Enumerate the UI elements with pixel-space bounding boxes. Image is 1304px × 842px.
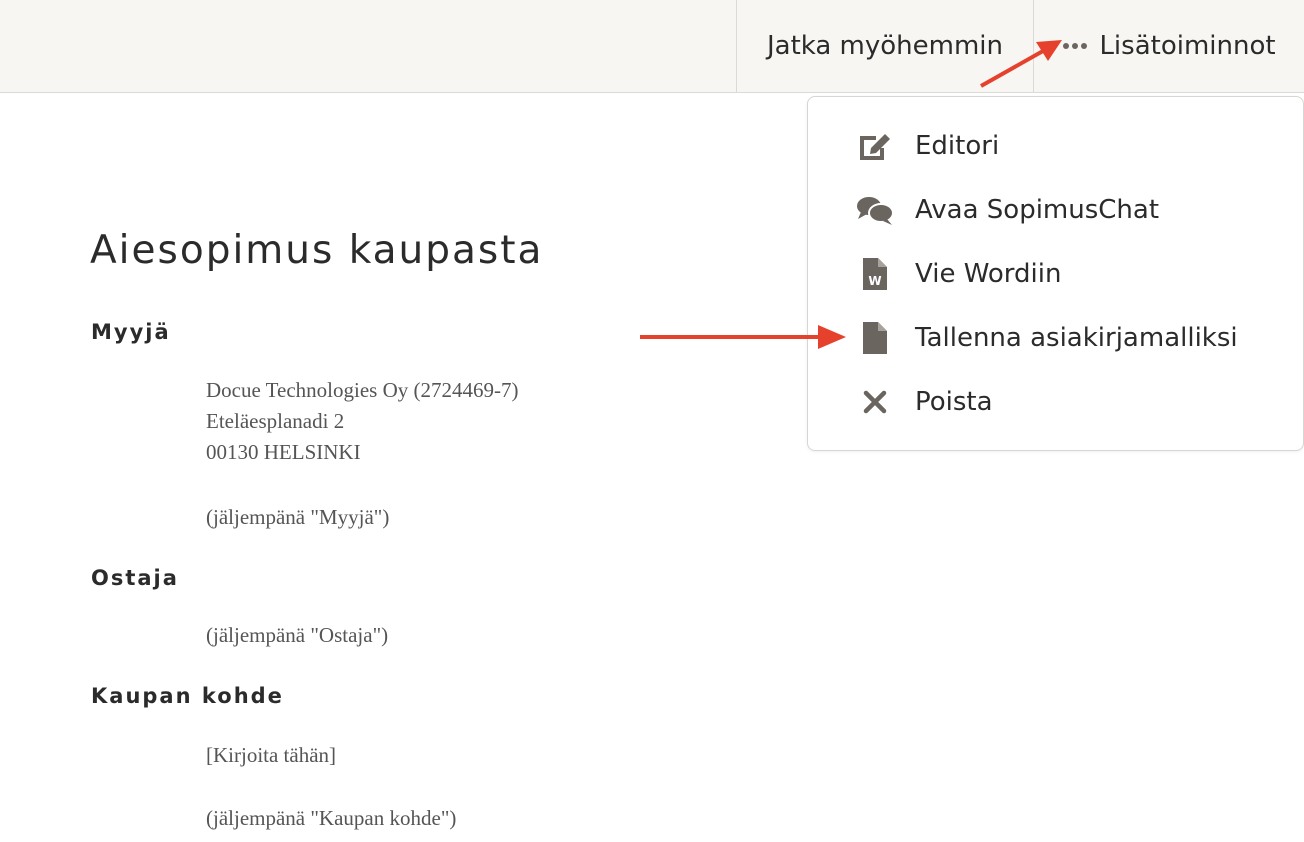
svg-text:W: W bbox=[868, 274, 881, 288]
menu-item-label: Tallenna asiakirjamalliksi bbox=[915, 323, 1238, 353]
menu-item-label: Poista bbox=[915, 387, 993, 417]
seller-street: Eteläesplanadi 2 bbox=[206, 409, 345, 433]
edit-icon bbox=[856, 127, 894, 165]
menu-item-editor[interactable]: Editori bbox=[808, 118, 1303, 174]
chat-icon bbox=[856, 191, 894, 229]
continue-later-button[interactable]: Jatka myöhemmin bbox=[736, 0, 1034, 92]
seller-heading: Myyjä bbox=[91, 320, 171, 344]
word-file-icon: W bbox=[856, 255, 894, 293]
buyer-heading: Ostaja bbox=[91, 566, 179, 590]
subject-heading: Kaupan kohde bbox=[91, 684, 284, 708]
more-actions-menu: Editori Avaa SopimusChat W Vie Wordiin T… bbox=[807, 96, 1304, 451]
seller-city: 00130 HELSINKI bbox=[206, 440, 361, 464]
more-actions-button[interactable]: Lisätoiminnot bbox=[1035, 0, 1304, 92]
menu-item-label: Editori bbox=[915, 131, 1000, 161]
menu-item-export-word[interactable]: W Vie Wordiin bbox=[808, 246, 1303, 302]
menu-item-chat[interactable]: Avaa SopimusChat bbox=[808, 182, 1303, 238]
more-actions-label: Lisätoiminnot bbox=[1099, 31, 1276, 61]
menu-item-delete[interactable]: Poista bbox=[808, 374, 1303, 430]
subject-placeholder[interactable]: [Kirjoita tähän] bbox=[206, 740, 336, 771]
subject-alias: (jäljempänä "Kaupan kohde") bbox=[206, 806, 457, 830]
seller-company: Docue Technologies Oy (2724469-7) bbox=[206, 378, 519, 402]
top-toolbar: Jatka myöhemmin Lisätoiminnot bbox=[0, 0, 1304, 93]
buyer-alias: (jäljempänä "Ostaja") bbox=[206, 623, 389, 647]
menu-item-save-template[interactable]: Tallenna asiakirjamalliksi bbox=[808, 310, 1303, 366]
close-icon bbox=[856, 383, 894, 421]
continue-later-label: Jatka myöhemmin bbox=[766, 31, 1004, 61]
more-dots-icon bbox=[1063, 43, 1088, 49]
document-title: Aiesopimus kaupasta bbox=[90, 228, 544, 273]
menu-item-label: Vie Wordiin bbox=[915, 259, 1062, 289]
file-icon bbox=[856, 319, 894, 357]
seller-alias: (jäljempänä "Myyjä") bbox=[206, 505, 390, 529]
menu-item-label: Avaa SopimusChat bbox=[915, 195, 1160, 225]
